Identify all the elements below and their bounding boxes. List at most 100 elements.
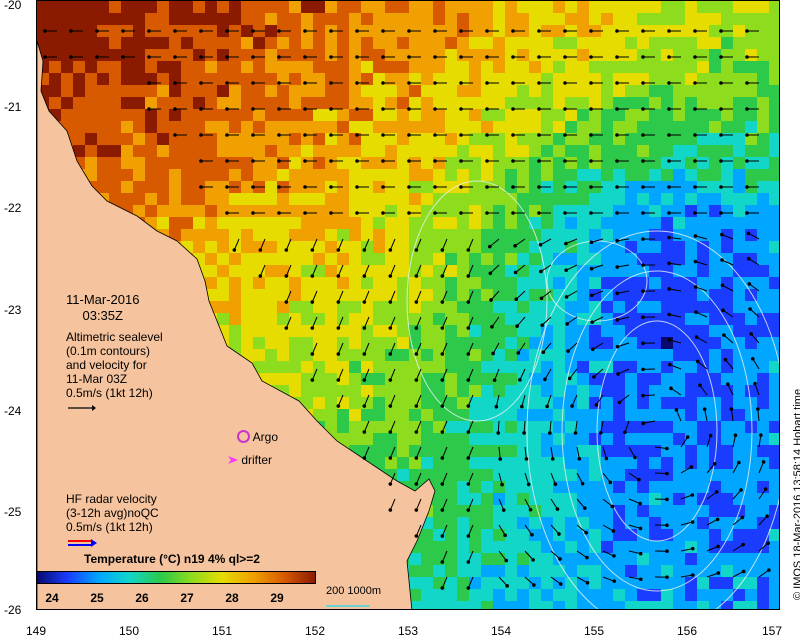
- sst-cell: [769, 313, 779, 325]
- sst-cell: [121, 133, 133, 145]
- velocity-arrow-head: [719, 81, 723, 85]
- sst-cell: [121, 121, 133, 133]
- sst-cell: [577, 433, 589, 445]
- velocity-arrow-head: [488, 271, 493, 276]
- sst-cell: [601, 61, 613, 73]
- sst-cell: [241, 13, 253, 25]
- sst-cell: [313, 397, 325, 409]
- sst-cell: [493, 589, 505, 601]
- sst-cell: [661, 193, 673, 205]
- sst-cell: [397, 109, 409, 121]
- sst-cell: [121, 181, 133, 193]
- sst-cell: [313, 217, 325, 229]
- sst-cell: [685, 205, 697, 217]
- sst-cell: [109, 37, 121, 49]
- sst-cell: [589, 553, 601, 565]
- sst-cell: [61, 37, 73, 49]
- velocity-arrow-head: [43, 55, 47, 59]
- sst-cell: [553, 229, 565, 241]
- sst-cell: [421, 349, 433, 361]
- sst-cell: [625, 13, 637, 25]
- sst-cell: [361, 13, 373, 25]
- velocity-arrow-head: [637, 477, 641, 482]
- velocity-arrow-head: [532, 583, 536, 587]
- sst-cell: [673, 421, 685, 433]
- sst-cell: [769, 337, 779, 349]
- velocity-arrow-head: [381, 185, 385, 189]
- sst-cell: [73, 73, 85, 85]
- sst-cell: [73, 13, 85, 25]
- sst-cell: [445, 457, 457, 469]
- sst-cell: [133, 145, 145, 157]
- sst-cell: [517, 157, 529, 169]
- sst-cell: [565, 337, 577, 349]
- sst-cell: [97, 49, 109, 61]
- sst-cell: [265, 133, 277, 145]
- sst-cell: [661, 289, 673, 301]
- sst-cell: [301, 289, 313, 301]
- sst-cell: [409, 109, 421, 121]
- sst-cell: [565, 325, 577, 337]
- sst-cell: [481, 457, 493, 469]
- velocity-arrow-head: [693, 29, 697, 33]
- sst-cell: [673, 157, 685, 169]
- sst-cell: [481, 121, 493, 133]
- velocity-arrow-head: [407, 55, 411, 59]
- sst-cell: [97, 61, 109, 73]
- sst-cell: [613, 421, 625, 433]
- sst-cell: [217, 241, 229, 253]
- sst-cell: [733, 289, 745, 301]
- hf-arrow-icon: [68, 539, 97, 547]
- sst-cell: [421, 169, 433, 181]
- sst-cell: [229, 169, 241, 181]
- sst-cell: [745, 169, 757, 181]
- velocity-arrow-head: [466, 482, 471, 486]
- sst-cell: [397, 193, 409, 205]
- sst-cell: [529, 409, 541, 421]
- velocity-arrow-head: [518, 378, 522, 382]
- sst-cell: [613, 193, 625, 205]
- contour-line-icon: [326, 605, 370, 607]
- sst-cell: [37, 1, 49, 13]
- sst-cell: [469, 397, 481, 409]
- velocity-arrow-head: [558, 557, 562, 561]
- sst-cell: [181, 169, 193, 181]
- velocity-arrow-head: [440, 456, 445, 460]
- sst-cell: [289, 121, 301, 133]
- sst-cell: [661, 601, 673, 609]
- velocity-arrow-head: [691, 573, 695, 577]
- sst-cell: [565, 169, 577, 181]
- sst-cell: [709, 265, 721, 277]
- sst-cell: [457, 313, 469, 325]
- sst-cell: [145, 97, 157, 109]
- velocity-arrow-head: [615, 344, 620, 349]
- sst-cell: [313, 205, 325, 217]
- velocity-arrow-head: [251, 107, 255, 111]
- sst-cell: [697, 529, 709, 541]
- sst-cell: [181, 229, 193, 241]
- velocity-arrow-head: [563, 107, 567, 111]
- sst-cell: [541, 1, 553, 13]
- sst-cell: [577, 217, 589, 229]
- sst-cell: [625, 205, 637, 217]
- sst-cell: [469, 457, 481, 469]
- velocity-arrow-head: [667, 81, 671, 85]
- velocity-arrow-head: [277, 211, 281, 215]
- sst-cell: [661, 421, 673, 433]
- sst-cell: [553, 337, 565, 349]
- sst-cell: [109, 73, 121, 85]
- sst-cell: [601, 193, 613, 205]
- contour-legend-label: 200 1000m: [326, 585, 382, 597]
- sst-cell: [757, 433, 769, 445]
- sst-cell: [673, 337, 685, 349]
- sst-cell: [193, 157, 205, 169]
- sst-cell: [193, 13, 205, 25]
- sst-cell: [205, 241, 217, 253]
- sst-cell: [457, 409, 469, 421]
- sst-cell: [625, 1, 637, 13]
- sst-cell: [541, 193, 553, 205]
- sst-cell: [589, 1, 601, 13]
- sst-cell: [553, 265, 565, 277]
- sst-cell: [649, 37, 661, 49]
- velocity-arrow-head: [95, 55, 99, 59]
